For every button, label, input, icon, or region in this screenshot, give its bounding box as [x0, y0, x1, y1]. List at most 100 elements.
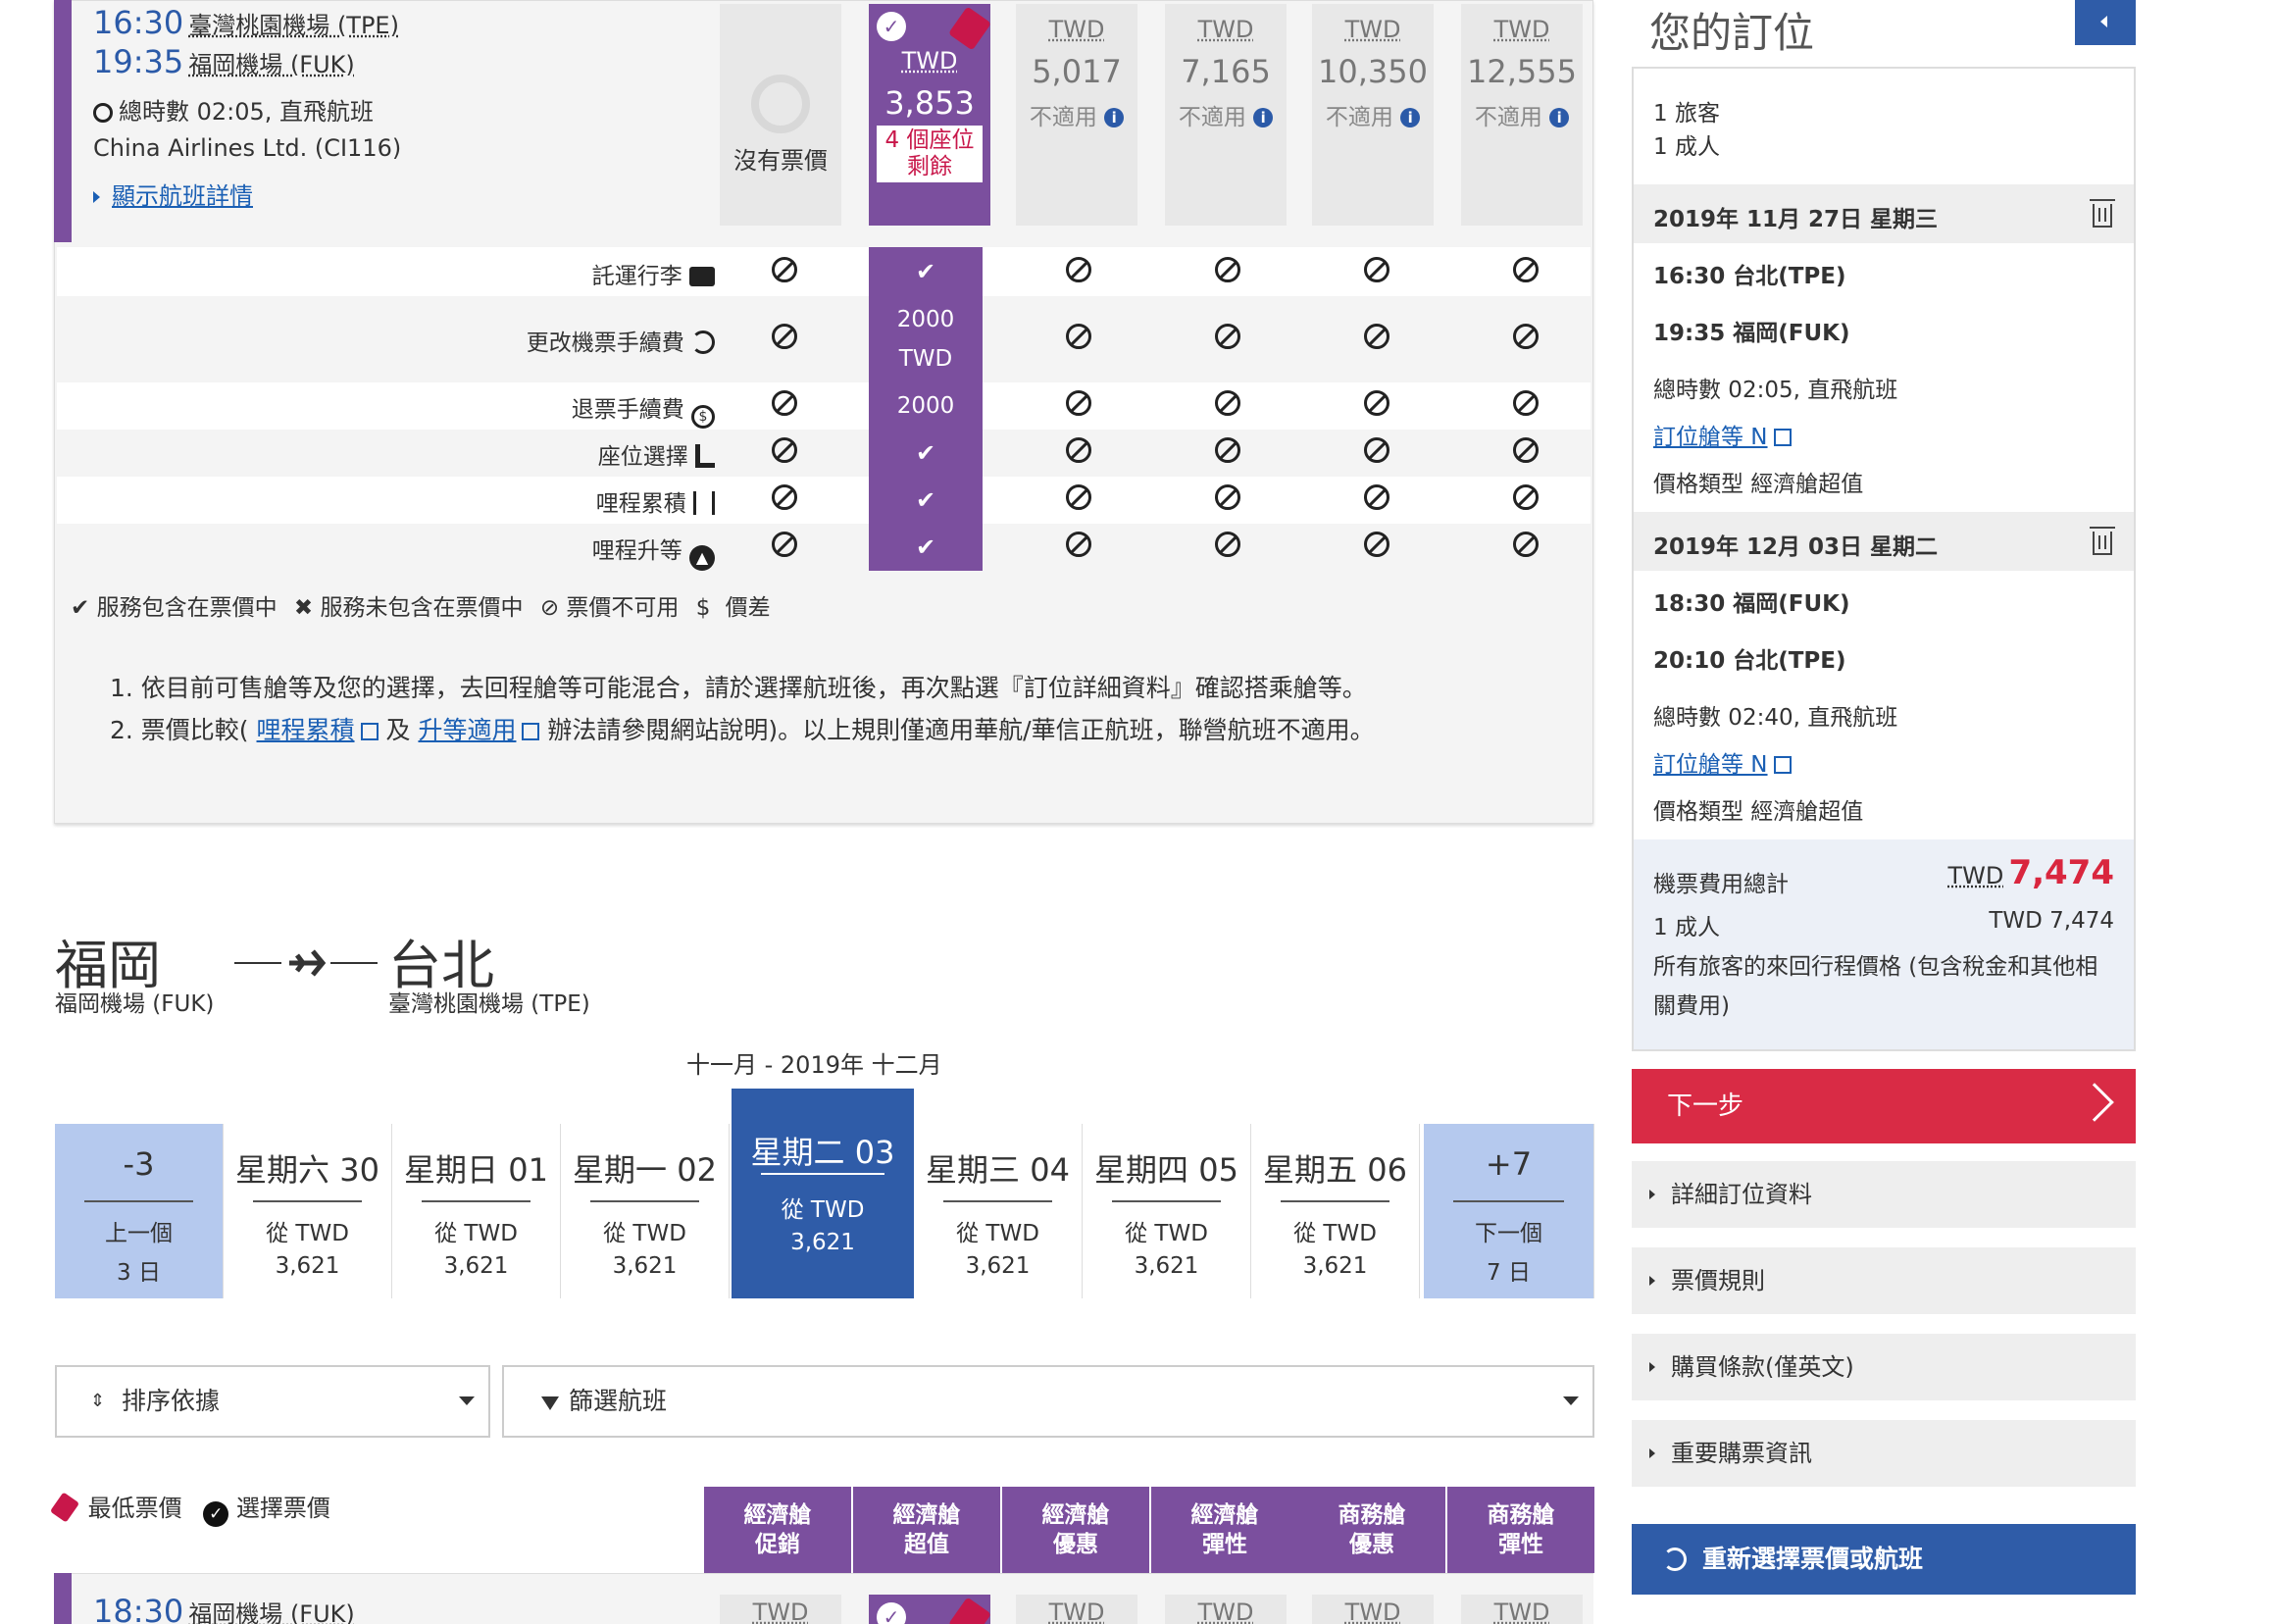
accordion-booking-details[interactable]: 詳細訂位資料: [1632, 1161, 2136, 1228]
info-icon[interactable]: i: [1400, 108, 1420, 127]
date-from: 從 TWD: [1083, 1214, 1250, 1247]
upgrade-link[interactable]: 升等適用: [418, 716, 516, 744]
service-label: 哩程累積: [596, 491, 686, 517]
arrival-airport: 福岡機場 (FUK): [188, 51, 354, 78]
date-price: 3,621: [1251, 1253, 1419, 1279]
class-line1: 經濟艙: [1151, 1500, 1298, 1530]
accordion-fare-rules[interactable]: 票價規則: [1632, 1247, 2136, 1314]
external-link-icon: [361, 723, 379, 740]
info-icon[interactable]: i: [1549, 108, 1569, 127]
accordion-important-info[interactable]: 重要購票資訊: [1632, 1420, 2136, 1487]
date-sun-01[interactable]: 星期日 01 從 TWD 3,621: [392, 1124, 561, 1298]
date-tue-03-selected[interactable]: 星期二 03 從 TWD 3,621: [732, 1089, 914, 1298]
return-flight-info: 18:30 福岡機場 (FUK): [93, 1593, 355, 1624]
details-link-text[interactable]: 顯示航班詳情: [112, 182, 253, 210]
booking-summary: 1 旅客 1 成人 2019年 11月 27日 星期三 16:30 台北(TPE…: [1632, 67, 2136, 1051]
not-available-icon: [1469, 257, 1583, 289]
class-line2: 促銷: [704, 1530, 851, 1559]
leg2-class-link-wrap[interactable]: 訂位艙等 N: [1653, 745, 1792, 779]
date-fri-06[interactable]: 星期五 06 從 TWD 3,621: [1251, 1124, 1420, 1298]
accordion-terms[interactable]: 購買條款(僅英文): [1632, 1334, 2136, 1400]
fare-col-promo: 沒有票價: [720, 4, 841, 226]
fare-currency: TWD: [1494, 1599, 1550, 1624]
fare-amount: 5,017: [1016, 53, 1137, 90]
class-line1: 商務艙: [1298, 1500, 1445, 1530]
departure-airport: 臺灣桃園機場 (TPE): [188, 12, 399, 39]
class-line2: 彈性: [1151, 1530, 1298, 1559]
service-label: 更改機票手續費: [527, 330, 684, 356]
class-line1: 經濟艙: [1002, 1500, 1149, 1530]
date-from: 從 TWD: [224, 1214, 391, 1247]
fare-status: 不適用: [1179, 105, 1246, 130]
plane-route-icon: [232, 943, 379, 983]
fare-amount: 7,165: [1165, 53, 1287, 90]
not-available-icon: [1320, 437, 1434, 470]
mileage-link[interactable]: 哩程累積: [257, 716, 355, 744]
fare-currency: TWD: [1461, 16, 1583, 43]
info-icon[interactable]: i: [1253, 108, 1273, 127]
collapse-panel-button[interactable]: [2075, 0, 2136, 45]
check-circle-icon: ✓: [203, 1501, 228, 1527]
note-2-post: 辦法請參閱網站說明)。以上規則僅適用華航/華信正航班，聯營航班不適用。: [547, 716, 1374, 744]
show-flight-details-link[interactable]: 顯示航班詳情: [93, 177, 253, 211]
not-available-icon: [728, 437, 841, 470]
date-thu-05[interactable]: 星期四 05 從 TWD 3,621: [1083, 1124, 1251, 1298]
leg1-departure: 16:30 台北(TPE): [1653, 257, 1846, 290]
date-divider: [1453, 1200, 1564, 1202]
date-divider: [761, 1173, 884, 1175]
fare-col-value-selected[interactable]: ✓: [869, 1595, 990, 1624]
leg2-class-link[interactable]: 訂位艙等 N: [1653, 752, 1768, 778]
leg1-class-link[interactable]: 訂位艙等 N: [1653, 425, 1768, 450]
date-label: 星期五 06: [1251, 1145, 1419, 1191]
service-row-mileage-upgrade: 哩程升等 ▲ ✔: [57, 524, 1591, 571]
info-icon[interactable]: i: [1104, 108, 1124, 127]
not-available-icon: [1320, 257, 1434, 289]
not-available-icon: ⊘: [540, 595, 559, 621]
date-label: 星期二 03: [732, 1128, 914, 1173]
service-included: ✔: [869, 247, 983, 296]
total-amount: 7,474: [2008, 853, 2114, 892]
date-divider: [253, 1200, 362, 1202]
reselect-fare-button[interactable]: 重新選擇票價或航班: [1632, 1524, 2136, 1595]
date-sat-30[interactable]: 星期六 30 從 TWD 3,621: [224, 1124, 392, 1298]
trash-icon[interactable]: [2093, 532, 2112, 555]
fare-currency: TWD: [753, 1599, 809, 1624]
date-mon-02[interactable]: 星期一 02 從 TWD 3,621: [561, 1124, 730, 1298]
leg1-class-link-wrap[interactable]: 訂位艙等 N: [1653, 418, 1792, 451]
carrier: China Airlines Ltd. (CI116): [93, 134, 401, 162]
date-next-button[interactable]: +7 下一個 7 日: [1424, 1124, 1594, 1298]
fare-currency: TWD: [1312, 16, 1434, 43]
dollar-icon: $: [696, 595, 711, 621]
service-change-fee-value: 2000 TWD +$: [869, 296, 983, 382]
sort-label: 排序依據: [122, 1387, 220, 1415]
service-row-change-fee: 更改機票手續費 2000 TWD +$: [57, 296, 1591, 382]
date-prev-button[interactable]: -3 上一個 3 日: [55, 1124, 224, 1298]
notes: 1. 依目前可售艙等及您的選擇，去回程艙等可能混合，請於選擇航班後，再次點選『訂…: [110, 667, 1375, 751]
date-sub1: 上一個: [55, 1214, 223, 1247]
sort-dropdown[interactable]: ⇕ 排序依據: [55, 1365, 490, 1438]
service-row-refund-fee: 退票手續費 $ 2000 TWD: [57, 382, 1591, 430]
total-note-1: 所有旅客的來回行程價格 (包含稅金和其他相: [1653, 947, 2097, 981]
not-available-icon: [1022, 324, 1136, 356]
service-row-mileage-accrual: 哩程累積 ✔: [57, 477, 1591, 524]
trash-icon[interactable]: [2093, 204, 2112, 228]
fare-currency: TWD: [1165, 16, 1287, 43]
total-price: TWD 7,474: [1947, 853, 2114, 892]
filter-dropdown[interactable]: 篩選航班: [502, 1365, 1594, 1438]
date-wed-04[interactable]: 星期三 04 從 TWD 3,621: [914, 1124, 1083, 1298]
stopwatch-icon: [93, 103, 113, 123]
filter-label: 篩選航班: [569, 1387, 667, 1415]
fare-col-value-selected[interactable]: ✓ TWD 3,853 4 個座位 剩餘: [869, 4, 990, 226]
next-step-button[interactable]: 下一步: [1632, 1069, 2136, 1143]
seat-icon: [695, 444, 715, 468]
date-label: 星期一 02: [561, 1145, 729, 1191]
fare-status: 不適用: [1326, 105, 1393, 130]
arrival-time: 19:35: [93, 43, 183, 80]
leg2-duration: 總時數 02:40, 直飛航班: [1653, 698, 1897, 732]
price-tag-icon: [948, 1597, 991, 1624]
not-available-icon: [1469, 390, 1583, 423]
flight-accent-bar: [54, 1573, 72, 1624]
date-label: +7: [1424, 1145, 1593, 1183]
leg1-duration: 總時數 02:05, 直飛航班: [1653, 371, 1897, 404]
fare-col-flex: TWD 7,165 不適用 i: [1165, 4, 1287, 226]
